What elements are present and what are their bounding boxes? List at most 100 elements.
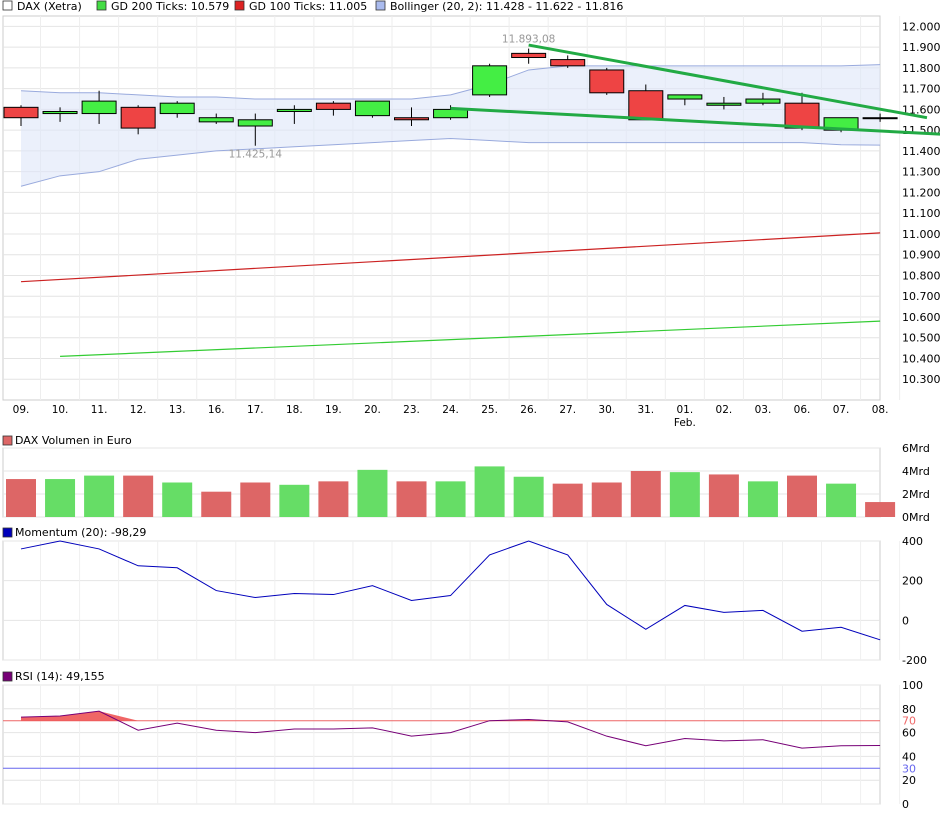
candle-body — [3, 106, 39, 119]
price-y-tick-label: 12.000 — [902, 20, 940, 33]
volume-panel: 0Mrd 2Mrd 4Mrd 6Mrd DAX Volumen in Euro — [2, 434, 930, 524]
x-tick-label: 20. — [364, 404, 381, 416]
candle-body — [784, 102, 820, 129]
legend-swatch — [234, 0, 245, 11]
volume-bar — [45, 479, 76, 517]
price-y-tick-label: 11.000 — [902, 228, 940, 241]
rsi-y-tick-label: 20 — [902, 774, 916, 787]
momentum-panel: -200 0 200 400 Momentum (20): -98,29 — [2, 526, 927, 667]
candle-body — [745, 98, 781, 104]
x-tick-label: 13. — [169, 404, 186, 416]
x-month-label: Feb. — [674, 417, 696, 429]
volume-bar — [513, 476, 544, 517]
legend-swatch — [375, 0, 386, 11]
momentum-y-tick-label: 200 — [902, 575, 923, 588]
volume-bar — [123, 475, 154, 517]
volume-bar — [396, 481, 427, 517]
candle-body — [862, 117, 898, 120]
price-y-tick-label: 11.700 — [902, 83, 940, 96]
candle-body — [315, 102, 351, 110]
price-y-tick-label: 11.100 — [902, 207, 940, 220]
rsi-panel: 0204060801007030RSI (14): 49,155 — [2, 670, 923, 811]
x-tick-label: 19. — [325, 404, 342, 416]
candle-body — [237, 119, 273, 127]
price-y-tick-label: 10.600 — [902, 311, 940, 324]
volume-bar — [84, 475, 115, 517]
x-tick-label: 31. — [637, 404, 654, 416]
rsi-reference-label: 70 — [902, 715, 916, 728]
volume-bar — [435, 481, 466, 517]
rsi-y-tick-label: 100 — [902, 679, 923, 692]
legend-label: GD 200 Ticks: 10.579 — [111, 0, 229, 13]
price-x-axis: 09. 10. 11. 12. 13. 16. 17. 18. 19. 20. 23. 24. 25. 2… — [13, 404, 889, 429]
volume-legend-swatch — [2, 435, 13, 446]
rsi-reference-label: 30 — [902, 762, 916, 775]
x-tick-label: 30. — [598, 404, 615, 416]
momentum-y-tick-label: -200 — [902, 654, 927, 667]
price-y-tick-label: 10.700 — [902, 290, 940, 303]
x-tick-label: 17. — [247, 404, 264, 416]
momentum-legend-swatch — [2, 527, 13, 538]
legend-label: Bollinger (20, 2): 11.428 - 11.622 - 11.… — [390, 0, 623, 13]
volume-y-tick-label: 4Mrd — [902, 465, 930, 478]
x-tick-label: 23. — [403, 404, 420, 416]
candle-body — [628, 90, 664, 121]
price-y-tick-label: 11.200 — [902, 186, 940, 199]
legend-swatch — [96, 0, 107, 11]
candle-body — [120, 106, 156, 129]
price-y-tick-label: 11.300 — [902, 166, 940, 179]
volume-bar — [357, 469, 388, 517]
x-tick-label: 09. — [13, 404, 30, 416]
volume-bar — [630, 471, 661, 517]
price-y-tick-label: 10.800 — [902, 269, 940, 282]
volume-bar — [591, 482, 622, 517]
momentum-plot-area — [2, 540, 881, 661]
volume-bar — [826, 483, 857, 517]
candle-body — [433, 108, 469, 119]
x-tick-label: 11. — [91, 404, 108, 416]
x-tick-label: 06. — [794, 404, 811, 416]
volume-bar — [787, 475, 817, 517]
candle-body — [472, 65, 508, 96]
candle-body — [589, 69, 625, 94]
rsi-title: RSI (14): 49,155 — [15, 670, 105, 683]
x-tick-label: 01. — [676, 404, 693, 416]
volume-bar — [162, 482, 193, 517]
candle-body — [667, 94, 703, 100]
volume-bar — [708, 474, 739, 517]
volume-y-tick-label: 2Mrd — [902, 488, 930, 501]
rsi-y-tick-label: 0 — [902, 798, 909, 811]
x-tick-label: 10. — [52, 404, 69, 416]
volume-y-tick-label: 6Mrd — [902, 442, 930, 455]
x-tick-label: 02. — [716, 404, 733, 416]
price-y-tick-label: 10.400 — [902, 352, 940, 365]
candle-body — [354, 100, 390, 117]
x-tick-label: 03. — [755, 404, 772, 416]
price-y-tick-label: 11.900 — [902, 41, 940, 54]
volume-bar — [201, 491, 232, 517]
x-tick-label: 25. — [481, 404, 498, 416]
x-tick-label: 08. — [872, 404, 889, 416]
volume-bar — [474, 466, 505, 517]
x-tick-label: 18. — [286, 404, 303, 416]
x-tick-label: 24. — [442, 404, 459, 416]
candle-body — [394, 117, 429, 121]
rsi-y-tick-label: 60 — [902, 727, 916, 740]
volume-bar — [669, 472, 700, 517]
candle-body — [42, 110, 78, 115]
x-tick-label: 16. — [208, 404, 225, 416]
volume-title: DAX Volumen in Euro — [15, 434, 132, 447]
volume-bar — [552, 483, 583, 517]
volume-y-tick-label: 0Mrd — [902, 511, 930, 524]
rsi-plot-area — [2, 684, 881, 805]
candle-body — [511, 52, 547, 59]
volume-bar — [318, 481, 349, 517]
price-y-tick-label: 11.400 — [902, 145, 940, 158]
x-tick-label: 07. — [833, 404, 850, 416]
candle-body — [276, 108, 312, 112]
price-y-tick-label: 10.500 — [902, 332, 940, 345]
volume-bar — [747, 481, 778, 517]
legend-label: GD 100 Ticks: 11.005 — [249, 0, 367, 13]
volume-bar — [279, 484, 310, 517]
candle-body — [550, 59, 586, 67]
